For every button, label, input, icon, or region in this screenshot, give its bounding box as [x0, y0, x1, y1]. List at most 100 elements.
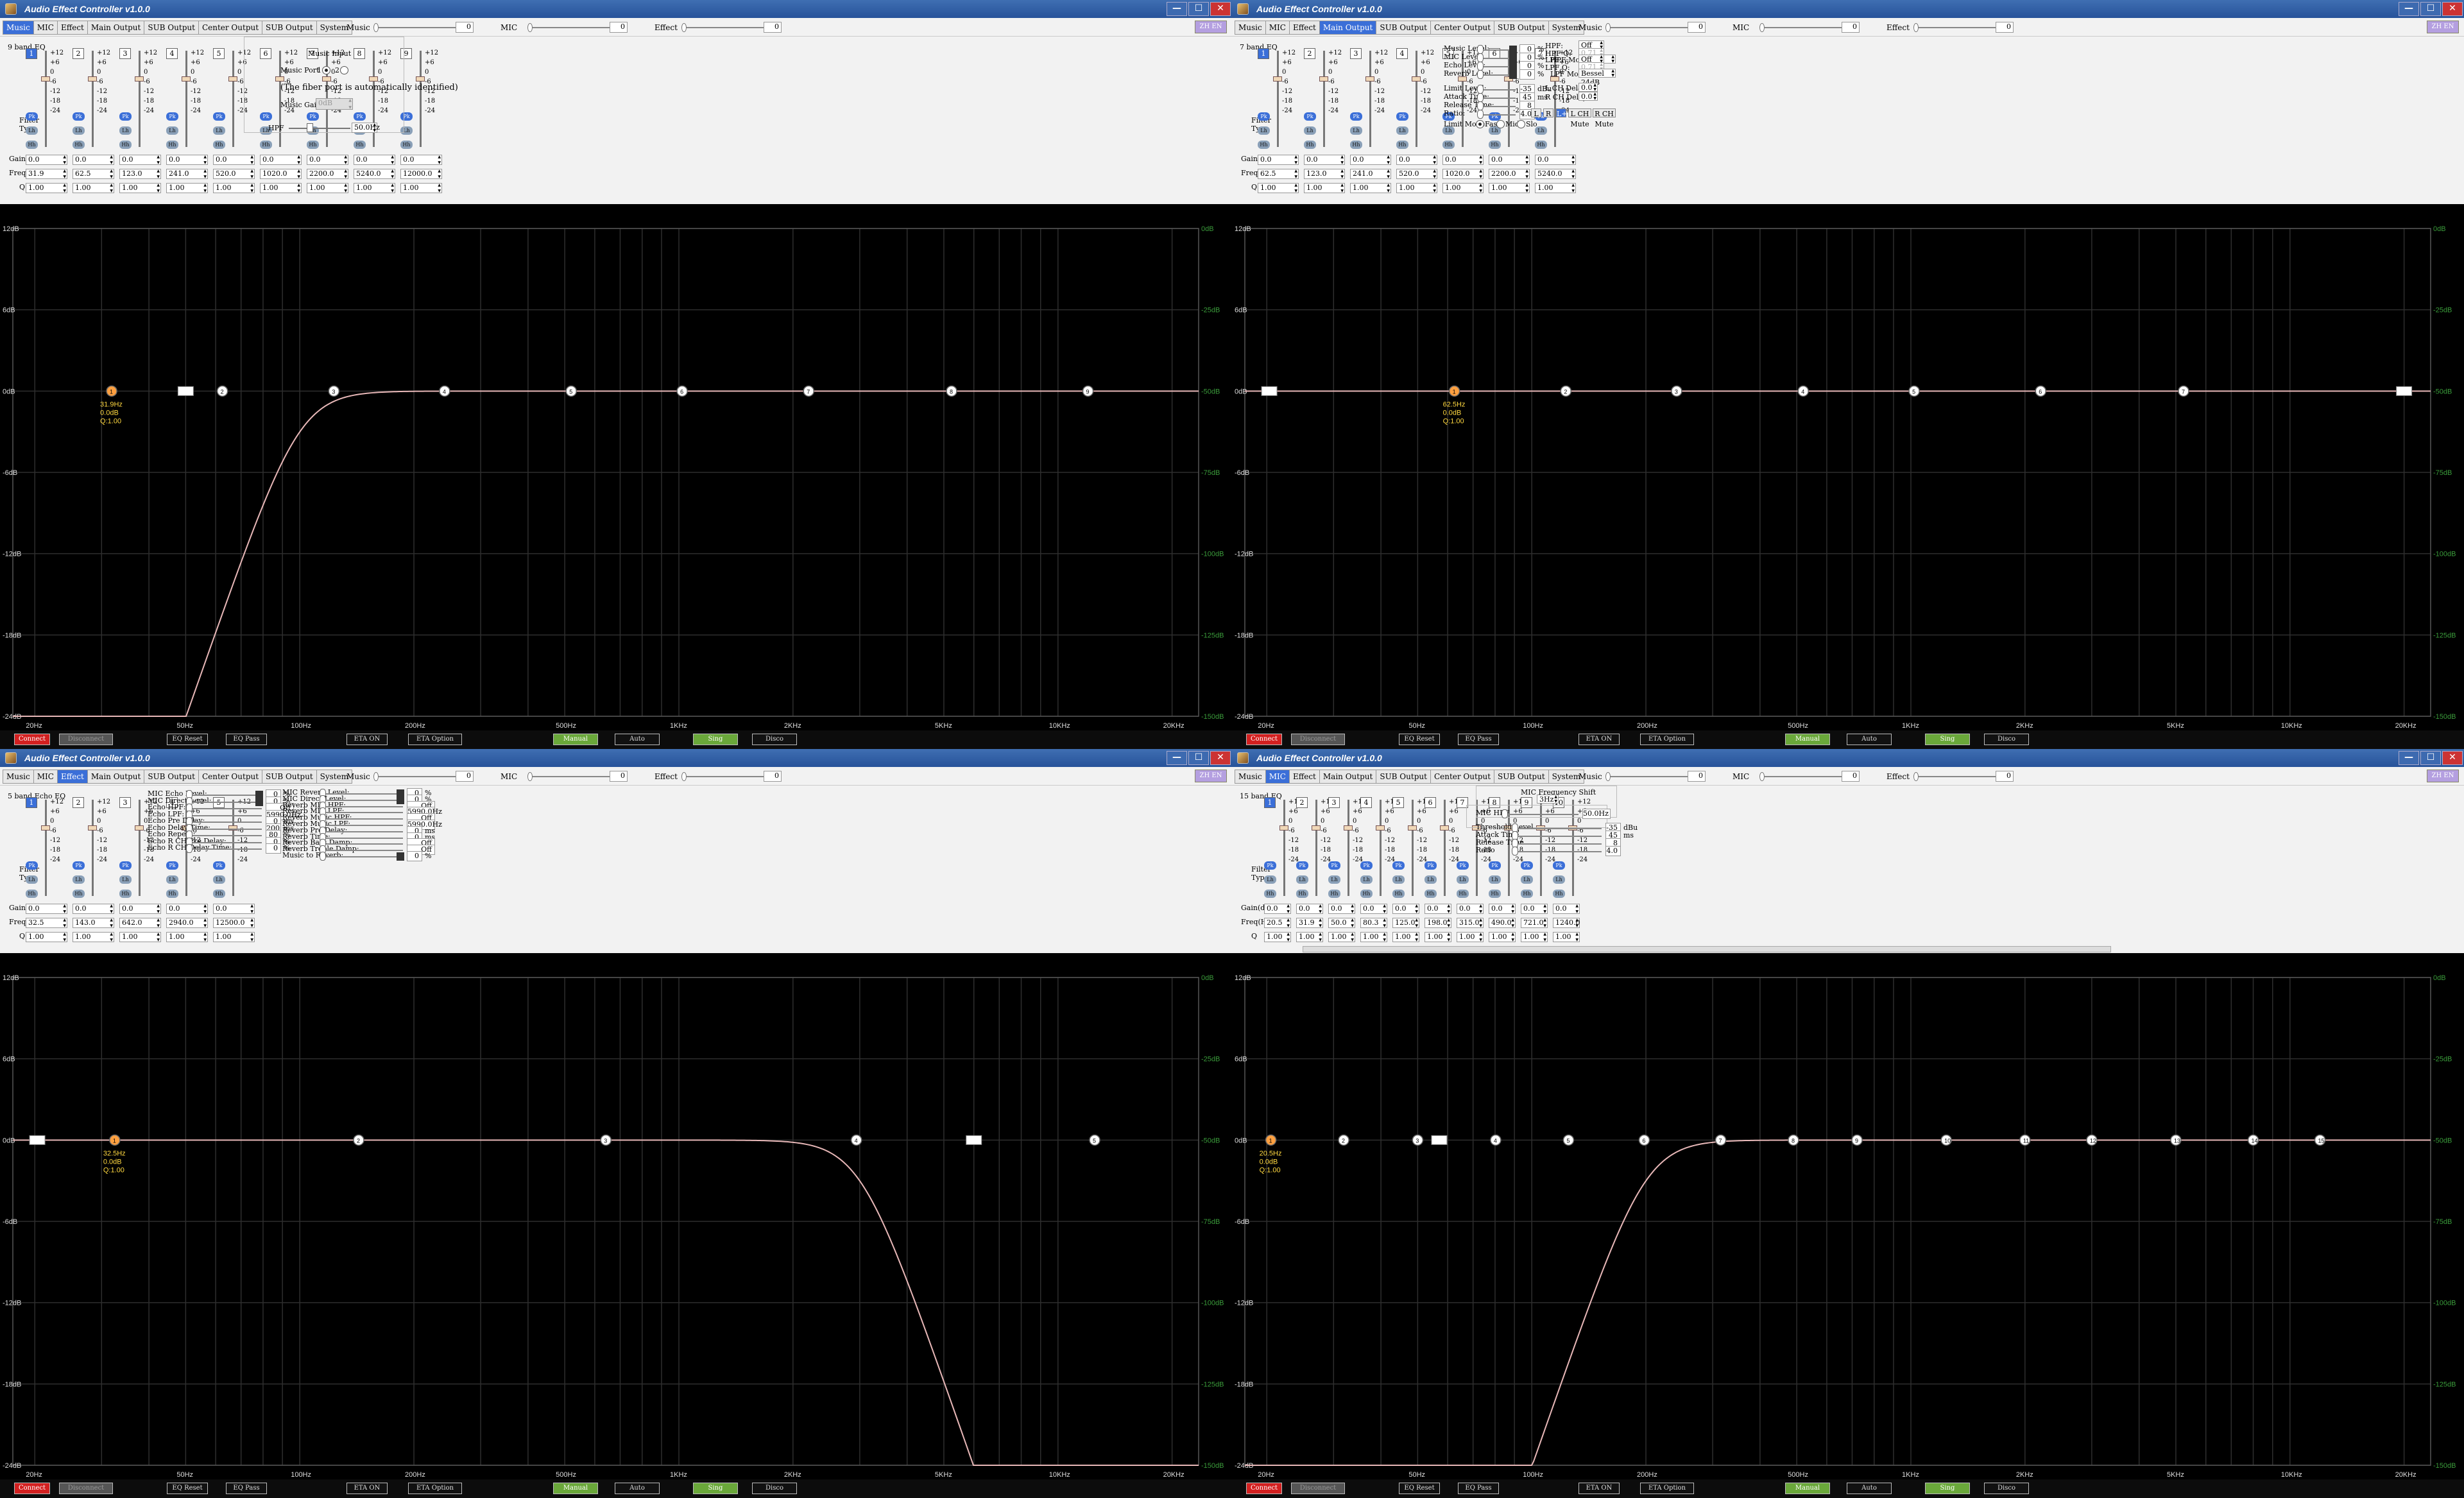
band-q-input[interactable]: 1.00 — [1425, 932, 1451, 942]
filter-lh-button[interactable]: Lh — [1521, 875, 1533, 884]
band-number[interactable]: 2 — [73, 797, 84, 808]
band-freq-input[interactable]: 62.5 — [73, 169, 114, 179]
band-gain-slider-track[interactable] — [45, 800, 47, 896]
band-q-input[interactable]: 1.00 — [1296, 932, 1323, 942]
filter-lh-button[interactable]: Lh — [1425, 875, 1437, 884]
band-q-input[interactable]: 1.00 — [1489, 932, 1516, 942]
manual-button[interactable]: Manual — [1785, 734, 1830, 745]
filter-lh-button[interactable]: Lh — [1396, 126, 1408, 135]
filter-pk-button[interactable]: Pk — [119, 861, 132, 870]
band-freq-input[interactable]: 198.0 — [1425, 918, 1451, 928]
echo-8-value[interactable]: 0 — [266, 843, 281, 854]
filter-lh-button[interactable]: Lh — [26, 126, 38, 135]
band-number[interactable]: 1 — [26, 797, 37, 808]
band-gain-input[interactable]: 0.0 — [213, 155, 255, 165]
band-gain-input[interactable]: 0.0 — [354, 155, 395, 165]
band-gain-input[interactable]: 0.0 — [119, 155, 161, 165]
band-q-input[interactable]: 1.00 — [1553, 932, 1580, 942]
band-gain-input[interactable]: 0.0 — [213, 904, 255, 914]
music-volume-value[interactable]: 0 — [456, 22, 474, 33]
band-q-input[interactable]: 1.00 — [307, 183, 348, 193]
manual-button[interactable]: Manual — [1785, 1483, 1830, 1494]
filter-hh-button[interactable]: Hh — [1489, 890, 1501, 898]
tab-effect[interactable]: Effect — [1288, 21, 1320, 35]
band-gain-slider-track[interactable] — [1315, 800, 1317, 896]
eta-option-button[interactable]: ETA Option — [1640, 1483, 1694, 1494]
band-freq-input[interactable]: 1020.0 — [1442, 169, 1484, 179]
filter-hh-button[interactable]: Hh — [1360, 890, 1373, 898]
ch-button-l-r[interactable]: L+R — [1556, 108, 1573, 118]
filter-lh-button[interactable]: Lh — [1350, 126, 1362, 135]
tab-center-output[interactable]: Center Output — [198, 770, 263, 784]
band-gain-slider-track[interactable] — [1323, 51, 1325, 147]
limit-mode-radio[interactable] — [1517, 120, 1525, 128]
close-button[interactable]: ✕ — [2442, 751, 2463, 765]
filter-pk-button[interactable]: Pk — [213, 861, 225, 870]
band-number[interactable]: 3 — [119, 797, 131, 808]
reverb-10-slider-track[interactable] — [320, 856, 403, 857]
band-freq-input[interactable]: 31.9 — [26, 169, 67, 179]
sing-button[interactable]: Sing — [693, 1483, 738, 1494]
band-freq-input[interactable]: 50.0 — [1328, 918, 1355, 928]
filter-hh-button[interactable]: Hh — [166, 141, 178, 149]
eta-on-button[interactable]: ETA ON — [1579, 734, 1620, 745]
effect-volume-slider-thumb[interactable] — [1913, 772, 1919, 781]
tab-effect[interactable]: Effect — [1288, 770, 1320, 784]
reverb-10-value[interactable]: 0 — [407, 851, 422, 861]
connect-button[interactable]: Connect — [14, 734, 50, 745]
tab-sub-output[interactable]: SUB Output — [1494, 21, 1549, 35]
eq-reset-button[interactable]: EQ Reset — [1399, 1483, 1440, 1494]
eq-plot[interactable]: 12dB 6dB 0dB -6dB -12dB -18dB -24dB 0dB -25dB -50… — [0, 953, 1232, 1479]
band-q-input[interactable]: 1.00 — [166, 932, 208, 942]
hpf-slider-track[interactable] — [289, 128, 350, 129]
hpf-slider-thumb[interactable] — [307, 123, 313, 132]
filter-lh-button[interactable]: Lh — [119, 126, 132, 135]
band-freq-input[interactable]: 20.5 — [1264, 918, 1291, 928]
band-number[interactable]: 1 — [26, 48, 37, 59]
filter-hh-button[interactable]: Hh — [119, 890, 132, 898]
band-q-input[interactable]: 1.00 — [213, 932, 255, 942]
tab-center-output[interactable]: Center Output — [198, 21, 263, 35]
tab-main-output[interactable]: Main Output — [1319, 770, 1377, 784]
tab-sub-output[interactable]: SUB Output — [262, 770, 317, 784]
band-gain-slider-track[interactable] — [232, 51, 234, 147]
band-q-input[interactable]: 1.00 — [1396, 183, 1437, 193]
tab-music[interactable]: Music — [3, 770, 34, 784]
band-freq-input[interactable]: 143.0 — [73, 918, 114, 928]
mic-hpf-slider-track[interactable] — [1502, 814, 1579, 815]
music-volume-slider-thumb[interactable] — [1605, 772, 1611, 781]
mic-volume-value[interactable]: 0 — [610, 22, 628, 33]
band-freq-input[interactable]: 520.0 — [1396, 169, 1437, 179]
band-gain-slider-thumb[interactable] — [41, 825, 50, 831]
eq-pass-button[interactable]: EQ Pass — [1458, 1483, 1499, 1494]
port-1-radio[interactable] — [322, 66, 330, 74]
filter-pk-button[interactable]: Pk — [1258, 112, 1270, 121]
band-freq-input[interactable]: 2940.0 — [166, 918, 208, 928]
band-number[interactable]: 4 — [1396, 48, 1408, 59]
band-gain-input[interactable]: 0.0 — [166, 904, 208, 914]
disconnect-button[interactable]: Disconnect — [1291, 1483, 1345, 1494]
band-gain-slider-track[interactable] — [420, 51, 422, 147]
filter-pk-button[interactable]: Pk — [1489, 861, 1501, 870]
music-volume-value[interactable]: 0 — [1688, 771, 1706, 782]
tab-sub-output[interactable]: SUB Output — [262, 21, 317, 35]
band-freq-input[interactable]: 2200.0 — [1489, 169, 1530, 179]
connect-button[interactable]: Connect — [1246, 1483, 1282, 1494]
filter-lh-button[interactable]: Lh — [1258, 126, 1270, 135]
limit-mode-radio[interactable] — [1496, 120, 1505, 128]
connect-button[interactable]: Connect — [14, 1483, 50, 1494]
band-q-input[interactable]: 1.00 — [26, 183, 67, 193]
band-freq-input[interactable]: 123.0 — [119, 169, 161, 179]
filter-pk-button[interactable]: Pk — [166, 112, 178, 121]
band-gain-input[interactable]: 0.0 — [1264, 904, 1291, 914]
filter-lh-button[interactable]: Lh — [1553, 875, 1565, 884]
ch-button-l[interactable]: L — [1531, 108, 1541, 118]
band-gain-input[interactable]: 0.0 — [307, 155, 348, 165]
tab-music[interactable]: Music — [1235, 21, 1266, 35]
band-gain-slider-thumb[interactable] — [135, 76, 144, 82]
band-freq-input[interactable]: 721.0 — [1521, 918, 1548, 928]
filter-pk-button[interactable]: Pk — [26, 861, 38, 870]
filter-lh-button[interactable]: Lh — [119, 875, 132, 884]
band-gain-slider-thumb[interactable] — [182, 76, 191, 82]
filter-pk-button[interactable]: Pk — [213, 112, 225, 121]
